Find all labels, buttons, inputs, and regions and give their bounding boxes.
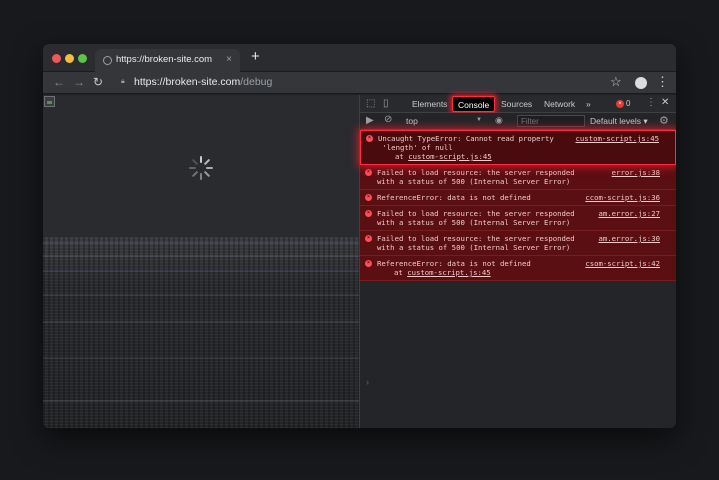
back-icon[interactable]: ← — [53, 75, 65, 89]
live-expression-eye-icon[interactable]: ◉ — [495, 115, 503, 126]
devtools-tab-bar: ⬚ ▯ Elements Console Sources Network » ×… — [360, 95, 676, 113]
error-source-link[interactable]: am.error.js:27 — [598, 209, 660, 218]
console-filter-bar: ▶ ⊘ top ▼ ◉ Default levels ▾ ⚙ — [360, 113, 676, 130]
browser-toolbar: ← → ↻ 🔒︎ https://broken-site.com/debug ☆… — [43, 72, 676, 94]
error-source-link[interactable]: csom-script.js:42 — [585, 259, 660, 268]
error-icon: × — [366, 135, 373, 142]
broken-image-icon — [44, 96, 55, 107]
sidebar-toggle-icon[interactable]: ▶ — [366, 115, 374, 126]
error-icon: × — [365, 235, 372, 242]
console-error-message[interactable]: × ReferenceError: data is not defined cc… — [360, 190, 676, 206]
console-prompt[interactable]: › — [366, 377, 369, 387]
error-source-link[interactable]: am.error.js:30 — [598, 234, 660, 243]
corrupted-content-area — [43, 237, 359, 428]
account-icon[interactable] — [635, 77, 647, 89]
url-host: https://broken-site.com — [134, 76, 241, 88]
tab-console[interactable]: Console — [452, 96, 496, 112]
new-tab-button[interactable]: + — [251, 48, 260, 65]
stack-trace: at custom-script.js:45 — [378, 152, 671, 161]
console-messages: × Uncaught TypeError: Cannot read proper… — [360, 130, 676, 281]
reload-icon[interactable]: ↻ — [93, 75, 103, 89]
page-viewport — [43, 95, 359, 428]
log-levels-dropdown[interactable]: Default levels ▾ — [590, 116, 648, 127]
more-tabs-icon[interactable]: » — [586, 99, 591, 109]
kebab-menu-icon[interactable]: ⋮ — [656, 74, 669, 90]
tab-title: https://broken-site.com — [116, 54, 213, 65]
url-path: /debug — [240, 76, 273, 88]
console-error-message[interactable]: × Uncaught TypeError: Cannot read proper… — [360, 130, 676, 165]
error-icon: × — [365, 260, 372, 267]
forward-icon[interactable]: → — [73, 75, 85, 89]
stack-prefix: at — [394, 268, 408, 277]
console-error-message[interactable]: × Failed to load resource: the server re… — [360, 231, 676, 256]
address-bar[interactable]: https://broken-site.com/debug — [134, 76, 272, 88]
tab-elements[interactable]: Elements — [412, 99, 447, 109]
close-window-button[interactable] — [52, 54, 61, 63]
stack-trace-link[interactable]: custom-script.js:45 — [407, 268, 490, 277]
error-source-link[interactable]: error.js:38 — [612, 168, 660, 177]
console-filter-input[interactable] — [517, 115, 585, 127]
device-toolbar-icon[interactable]: ▯ — [383, 98, 389, 109]
console-error-message[interactable]: × Failed to load resource: the server re… — [360, 165, 676, 190]
bookmark-star-icon[interactable]: ☆ — [610, 74, 622, 90]
error-count[interactable]: 0 — [626, 99, 630, 108]
minimize-window-button[interactable] — [65, 54, 74, 63]
error-icon: × — [365, 210, 372, 217]
devtools-menu-icon[interactable]: ⋮ — [646, 97, 656, 108]
lock-icon[interactable]: 🔒︎ — [121, 78, 125, 86]
browser-window: https://broken-site.com × + ← → ↻ 🔒︎ htt… — [43, 44, 676, 428]
context-dropdown-icon[interactable]: ▼ — [476, 117, 482, 123]
error-count-icon[interactable]: × — [616, 100, 624, 108]
settings-gear-icon[interactable]: ⚙ — [659, 114, 669, 127]
error-icon: × — [365, 194, 372, 201]
inspect-element-icon[interactable]: ⬚ — [366, 98, 375, 109]
stack-prefix: at — [395, 152, 409, 161]
stack-trace: at custom-script.js:45 — [377, 268, 672, 277]
error-icon: × — [365, 169, 372, 176]
context-selector[interactable]: top — [406, 116, 418, 126]
tab-network[interactable]: Network — [544, 99, 575, 109]
tab-bar: https://broken-site.com × + — [43, 44, 676, 72]
console-error-message[interactable]: × Failed to load resource: the server re… — [360, 206, 676, 231]
error-source-link[interactable]: ccom-script.js:36 — [585, 193, 660, 202]
console-error-message[interactable]: × ReferenceError: data is not defined cs… — [360, 256, 676, 281]
browser-tab[interactable]: https://broken-site.com × — [95, 49, 240, 72]
clear-console-icon[interactable]: ⊘ — [384, 114, 392, 125]
tab-sources[interactable]: Sources — [501, 99, 532, 109]
close-tab-icon[interactable]: × — [226, 54, 232, 65]
close-devtools-icon[interactable]: ✕ — [661, 97, 669, 108]
error-source-link[interactable]: custom-script.js:45 — [576, 134, 659, 143]
devtools-panel: ⬚ ▯ Elements Console Sources Network » ×… — [359, 95, 676, 428]
loading-spinner-icon — [189, 156, 213, 180]
globe-icon — [103, 56, 112, 65]
maximize-window-button[interactable] — [78, 54, 87, 63]
stack-trace-link[interactable]: custom-script.js:45 — [408, 152, 491, 161]
